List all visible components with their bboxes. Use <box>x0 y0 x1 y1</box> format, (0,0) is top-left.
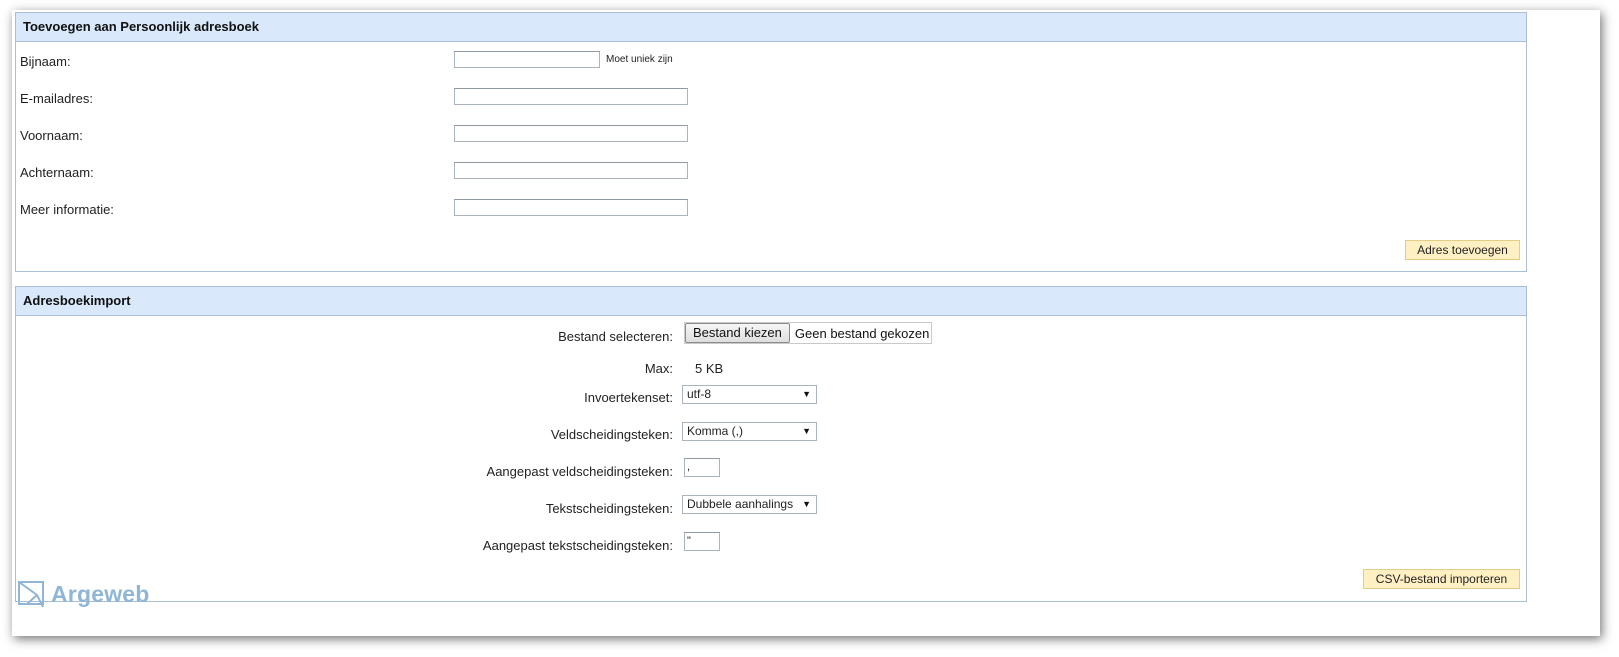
file-select-label: Bestand selecteren: <box>558 329 673 344</box>
chevron-down-icon: ▼ <box>802 389 811 399</box>
file-status-text: Geen bestand gekozen <box>794 325 930 341</box>
custom-text-separator-label: Aangepast tekstscheidingsteken: <box>482 538 673 553</box>
field-separator-select[interactable]: Komma (,) ▼ <box>682 422 817 441</box>
nickname-label: Bijnaam: <box>20 54 71 69</box>
import-csv-button[interactable]: CSV-bestand importeren <box>1363 569 1520 589</box>
custom-text-separator-input[interactable]: " <box>684 532 720 551</box>
brand-name: Argeweb <box>51 580 150 607</box>
file-picker[interactable]: Bestand kiezen Geen bestand gekozen <box>684 322 933 344</box>
add-address-button[interactable]: Adres toevoegen <box>1405 240 1520 260</box>
choose-file-button[interactable]: Bestand kiezen <box>685 323 790 343</box>
text-separator-label: Tekstscheidingsteken: <box>545 501 673 516</box>
custom-field-separator-value: , <box>687 461 691 473</box>
add-contact-panel-title: Toevoegen aan Persoonlijk adresboek <box>16 13 1526 42</box>
max-size-value: 5 KB <box>695 361 724 376</box>
field-separator-select-value: Komma (,) <box>687 424 744 438</box>
info-input[interactable] <box>454 199 688 216</box>
nickname-input[interactable] <box>454 51 600 68</box>
add-contact-panel: Toevoegen aan Persoonlijk adresboek Bijn… <box>15 12 1527 272</box>
custom-field-separator-input[interactable]: , <box>684 458 720 477</box>
nickname-hint: Moet uniek zijn <box>606 54 673 65</box>
lastname-input[interactable] <box>454 162 688 179</box>
field-row-lastname: Achternaam: <box>16 162 1526 182</box>
text-separator-select[interactable]: Dubbele aanhalings ▼ <box>682 495 817 514</box>
email-label: E-mailadres: <box>20 91 93 106</box>
charset-select[interactable]: utf-8 ▼ <box>682 385 817 404</box>
max-size-label: Max: <box>644 361 673 376</box>
field-row-firstname: Voornaam: <box>16 125 1526 145</box>
field-row-info: Meer informatie: <box>16 199 1526 219</box>
lastname-label: Achternaam: <box>20 165 94 180</box>
firstname-input[interactable] <box>454 125 688 142</box>
window: Toevoegen aan Persoonlijk adresboek Bijn… <box>12 10 1600 636</box>
info-label: Meer informatie: <box>20 202 114 217</box>
field-separator-label: Veldscheidingsteken: <box>550 427 673 442</box>
charset-select-value: utf-8 <box>687 387 712 401</box>
field-row-nickname: Bijnaam: Moet uniek zijn <box>16 51 1526 71</box>
field-row-email: E-mailadres: <box>16 88 1526 108</box>
custom-text-separator-value: " <box>687 535 691 547</box>
chevron-down-icon: ▼ <box>802 499 811 509</box>
argeweb-logo-icon <box>18 581 44 608</box>
text-separator-select-value: Dubbele aanhalings <box>687 497 794 511</box>
email-input[interactable] <box>454 88 688 105</box>
firstname-label: Voornaam: <box>20 128 83 143</box>
chevron-down-icon: ▼ <box>802 426 811 436</box>
charset-label: Invoertekenset: <box>584 390 673 405</box>
import-panel: Adresboekimport Bestand selecteren: Best… <box>15 286 1527 602</box>
brand-logo: Argeweb <box>17 578 150 610</box>
custom-field-separator-label: Aangepast veldscheidingsteken: <box>486 464 673 479</box>
import-panel-title: Adresboekimport <box>16 287 1526 316</box>
